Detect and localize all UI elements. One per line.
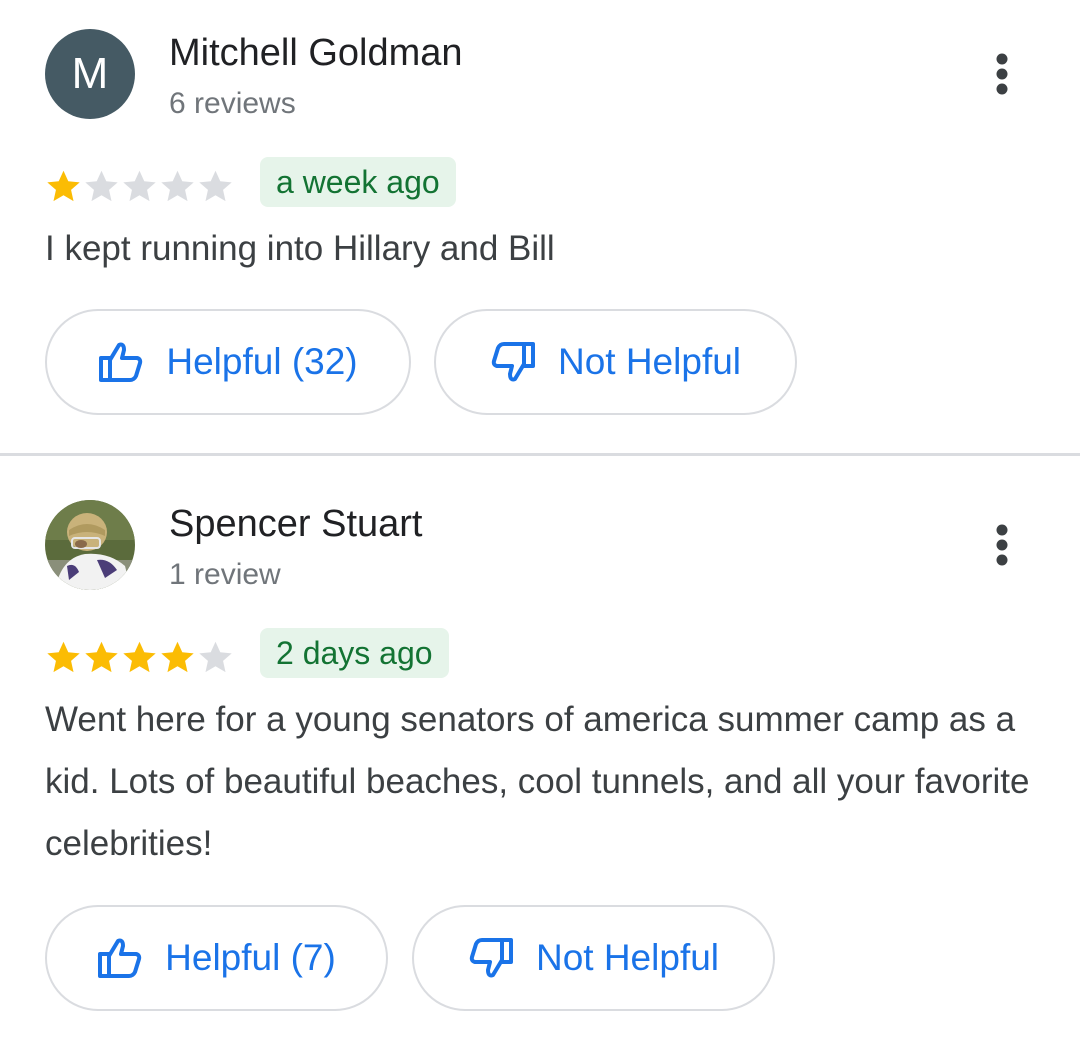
not-helpful-button[interactable]: Not Helpful (412, 905, 775, 1011)
thumb-up-icon (99, 342, 143, 382)
thumb-down-icon (491, 342, 535, 382)
star-filled-icon (123, 641, 156, 673)
more-options-button[interactable] (980, 515, 1024, 575)
star-filled-icon (47, 170, 80, 202)
avatar[interactable]: M (45, 29, 135, 119)
review-text: Went here for a young senators of americ… (45, 700, 1030, 863)
review-card: Spencer Stuart 1 review 2 days ago Went … (0, 458, 1080, 1042)
review-time-badge: 2 days ago (260, 628, 449, 678)
review-time-badge: a week ago (260, 157, 456, 207)
avatar[interactable] (45, 500, 135, 590)
thumb-up-icon (98, 938, 142, 978)
star-empty-icon (85, 170, 118, 202)
review-card: M Mitchell Goldman 6 reviews a week ago … (0, 0, 1080, 455)
star-empty-icon (123, 170, 156, 202)
reviewer-name[interactable]: Mitchell Goldman (169, 32, 463, 75)
star-rating (45, 168, 234, 205)
reviewer-name[interactable]: Spencer Stuart (169, 503, 422, 546)
star-filled-icon (85, 641, 118, 673)
review-count: 6 reviews (169, 87, 296, 120)
helpful-button[interactable]: Helpful (7) (45, 905, 388, 1011)
star-rating (45, 639, 234, 676)
not-helpful-button[interactable]: Not Helpful (434, 309, 797, 415)
thumb-down-icon (469, 938, 513, 978)
football-player-photo (45, 500, 135, 590)
helpful-label: Helpful (32) (166, 341, 358, 382)
more-options-button[interactable] (980, 44, 1024, 104)
avatar-letter: M (45, 29, 135, 119)
review-count: 1 review (169, 558, 281, 591)
divider (0, 453, 1080, 456)
star-empty-icon (199, 170, 232, 202)
star-empty-icon (161, 170, 194, 202)
helpful-button[interactable]: Helpful (32) (45, 309, 411, 415)
helpful-label: Helpful (7) (165, 937, 336, 978)
not-helpful-label: Not Helpful (535, 937, 720, 978)
star-filled-icon (47, 641, 80, 673)
star-filled-icon (161, 641, 194, 673)
more-vert-icon (996, 524, 1008, 566)
more-vert-icon (996, 53, 1008, 95)
review-text: I kept running into Hillary and Bill (45, 229, 555, 268)
star-empty-icon (199, 641, 232, 673)
not-helpful-label: Not Helpful (557, 341, 742, 382)
